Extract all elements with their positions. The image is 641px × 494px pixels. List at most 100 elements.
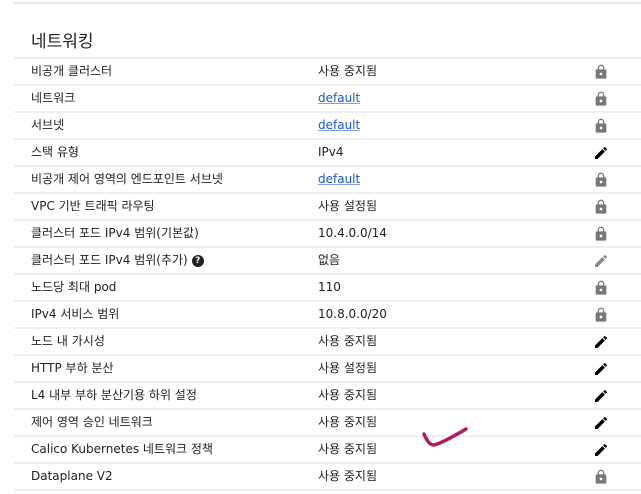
row-label: 클러스터 포드 IPv4 범위(추가)? [31, 248, 204, 273]
row-label-text: 클러스터 포드 IPv4 범위(추가) [31, 253, 188, 267]
table-row: L4 내부 부하 분산기용 하위 설정 사용 중지됨 [14, 381, 641, 408]
row-label: 서브넷 [31, 113, 64, 138]
lock-icon [593, 469, 609, 485]
row-label: 노드당 최대 pod [31, 275, 116, 300]
row-label-text: L4 내부 부하 분산기용 하위 설정 [31, 388, 197, 402]
row-label-text: 네트워크 [31, 91, 76, 105]
help-icon[interactable]: ? [191, 254, 204, 267]
row-value: 사용 중지됨 [318, 437, 377, 462]
edit-icon[interactable] [593, 415, 609, 431]
row-label-text: Calico Kubernetes 네트워크 정책 [31, 442, 213, 456]
edit-icon[interactable] [593, 361, 609, 377]
row-label: 클러스터 포드 IPv4 범위(기본값) [31, 221, 199, 246]
table-row: VPC 기반 트래픽 라우팅 사용 설정됨 [14, 192, 641, 219]
row-label-text: 스택 유형 [31, 145, 79, 159]
table-row: 제어 영역 승인 네트워크 사용 중지됨 [14, 408, 641, 435]
table-row: IPv4 서비스 범위 10.8.0.0/20 [14, 300, 641, 327]
table-row: 클러스터 포드 IPv4 범위(기본값) 10.4.0.0/14 [14, 219, 641, 246]
row-value: 사용 중지됨 [318, 59, 377, 84]
edit-disabled-icon [593, 253, 609, 269]
value-text: 사용 중지됨 [318, 388, 378, 402]
table-row: 클러스터 포드 IPv4 범위(추가)? 없음 [14, 246, 641, 273]
row-value: 사용 중지됨 [318, 464, 377, 489]
value-text: 없음 [318, 253, 341, 267]
row-label-text: 비공개 제어 영역의 엔드포인트 서브넷 [31, 172, 223, 186]
lock-icon [593, 118, 609, 134]
row-label-text: 비공개 클러스터 [31, 64, 113, 78]
row-label-text: 노드당 최대 pod [31, 280, 117, 294]
value-link[interactable]: default [318, 172, 360, 186]
row-label: 비공개 제어 영역의 엔드포인트 서브넷 [31, 167, 223, 192]
row-label-text: 노드 내 가시성 [31, 334, 105, 348]
row-value: default [318, 113, 360, 138]
lock-icon [593, 91, 609, 107]
lock-icon [593, 307, 609, 323]
row-value: 사용 중지됨 [318, 410, 377, 435]
table-row: 서브넷 default [14, 111, 641, 138]
row-label-text: 제어 영역 승인 네트워크 [31, 415, 153, 429]
row-label: Calico Kubernetes 네트워크 정책 [31, 437, 213, 462]
value-text: 사용 중지됨 [318, 64, 378, 78]
value-text: 10.8.0.0/20 [318, 307, 387, 321]
lock-icon [593, 199, 609, 215]
section-title: 네트워킹 [31, 32, 94, 52]
table-row: 노드당 최대 pod 110 [14, 273, 641, 300]
table-row: 네트워크 default [14, 84, 641, 111]
row-value: 110 [318, 275, 341, 300]
table-row: 비공개 제어 영역의 엔드포인트 서브넷 default [14, 165, 641, 192]
value-text: 사용 설정됨 [318, 361, 378, 375]
value-text: 사용 중지됨 [318, 469, 378, 483]
row-value: 사용 중지됨 [318, 383, 377, 408]
table-row: 노드 내 가시성 사용 중지됨 [14, 327, 641, 354]
value-text: 사용 설정됨 [318, 199, 378, 213]
edit-icon[interactable] [593, 388, 609, 404]
lock-icon [593, 226, 609, 242]
top-divider [14, 2, 641, 4]
row-label: 스택 유형 [31, 140, 79, 165]
lock-icon [593, 172, 609, 188]
row-label-text: Dataplane V2 [31, 469, 113, 483]
row-value: 사용 설정됨 [318, 194, 377, 219]
row-value: 10.4.0.0/14 [318, 221, 387, 246]
row-value: IPv4 [318, 140, 344, 165]
edit-icon[interactable] [593, 145, 609, 161]
value-text: 사용 중지됨 [318, 334, 378, 348]
row-label: 비공개 클러스터 [31, 59, 112, 84]
row-label: 노드 내 가시성 [31, 329, 105, 354]
row-label-text: VPC 기반 트래픽 라우팅 [31, 199, 155, 213]
row-value: default [318, 167, 360, 192]
value-text: IPv4 [318, 145, 344, 159]
table-row: Calico Kubernetes 네트워크 정책 사용 중지됨 [14, 435, 641, 462]
checkmark-annotation [422, 427, 468, 447]
row-label: L4 내부 부하 분산기용 하위 설정 [31, 383, 197, 408]
edit-icon[interactable] [593, 334, 609, 350]
row-label: VPC 기반 트래픽 라우팅 [31, 194, 155, 219]
row-label: HTTP 부하 분산 [31, 356, 114, 381]
row-value: default [318, 86, 360, 111]
value-text: 사용 중지됨 [318, 415, 378, 429]
value-text: 10.4.0.0/14 [318, 226, 387, 240]
table-row: 스택 유형 IPv4 [14, 138, 641, 165]
row-label-text: 서브넷 [31, 118, 65, 132]
row-label: 제어 영역 승인 네트워크 [31, 410, 153, 435]
row-label: 네트워크 [31, 86, 75, 111]
table-row: HTTP 부하 분산 사용 설정됨 [14, 354, 641, 381]
row-value: 사용 중지됨 [318, 329, 377, 354]
lock-icon [593, 280, 609, 296]
value-text: 사용 중지됨 [318, 442, 378, 456]
row-value: 10.8.0.0/20 [318, 302, 387, 327]
value-link[interactable]: default [318, 118, 360, 132]
row-label: Dataplane V2 [31, 464, 113, 489]
value-link[interactable]: default [318, 91, 360, 105]
table-row: Dataplane V2 사용 중지됨 [14, 462, 641, 491]
row-label-text: HTTP 부하 분산 [31, 361, 114, 375]
value-text: 110 [318, 280, 341, 294]
edit-icon[interactable] [593, 442, 609, 458]
table-row: 비공개 클러스터 사용 중지됨 [14, 57, 641, 84]
row-value: 사용 설정됨 [318, 356, 377, 381]
row-label-text: IPv4 서비스 범위 [31, 307, 120, 321]
networking-table: 비공개 클러스터 사용 중지됨 네트워크 default 서브넷 default… [14, 57, 641, 491]
row-label-text: 클러스터 포드 IPv4 범위(기본값) [31, 226, 199, 240]
lock-icon [593, 64, 609, 80]
row-value: 없음 [318, 248, 340, 273]
